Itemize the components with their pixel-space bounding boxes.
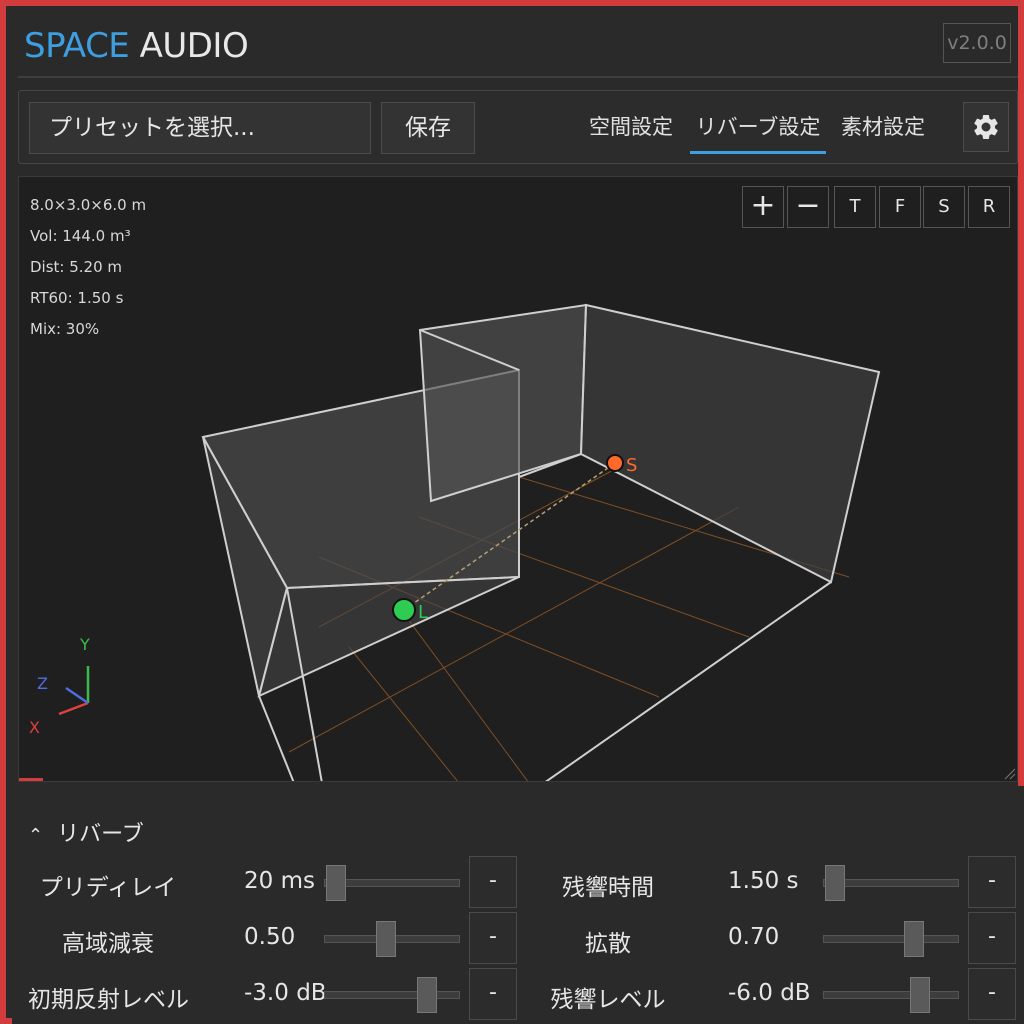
pre-delay-label: プリディレイ xyxy=(39,875,177,901)
view-reset-button[interactable]: R xyxy=(968,186,1010,228)
tab-material-settings[interactable]: 素材設定 xyxy=(833,111,933,151)
reverb-level-reset-button[interactable]: - xyxy=(968,968,1016,1020)
brand-rest: AUDIO xyxy=(129,26,249,66)
listener-marker[interactable] xyxy=(392,598,416,622)
axis-y-label: Y xyxy=(79,635,90,654)
stat-dimensions: 8.0×3.0×6.0 m xyxy=(30,196,147,214)
diffusion-value: 0.70 xyxy=(728,924,780,950)
brand-accent: SPACE xyxy=(24,26,130,66)
preset-select[interactable]: プリセットを選択... xyxy=(29,102,371,154)
reverb-level-slider[interactable] xyxy=(823,991,959,999)
zoom-in-button[interactable]: + xyxy=(742,186,784,228)
axis-x-label: X xyxy=(29,718,40,737)
view-top-button[interactable]: T xyxy=(834,186,876,228)
reverb-section-toggle[interactable]: ⌃ リバーブ xyxy=(28,816,144,848)
gear-icon xyxy=(974,114,998,139)
resize-grip-icon[interactable] xyxy=(1004,768,1016,780)
listener-label: L xyxy=(418,602,428,623)
reverb-level-value: -6.0 dB xyxy=(728,980,811,1006)
diffusion-slider-thumb[interactable] xyxy=(904,921,925,957)
room-scene: S L Y Z X xyxy=(29,303,1016,781)
reverb-panel: ⌃ リバーブ プリディレイ 20 ms - 残響時間 1.50 s - 高域減衰 0.50 - 拡散… xyxy=(12,786,1024,1024)
high-damping-slider-thumb[interactable] xyxy=(376,921,397,957)
diffusion-label: 拡散 xyxy=(585,931,631,957)
zoom-out-button[interactable]: − xyxy=(787,186,829,228)
diffusion-reset-button[interactable]: - xyxy=(968,912,1016,964)
source-label: S xyxy=(626,455,637,476)
high-damping-label: 高域減衰 xyxy=(62,931,154,957)
stat-volume: Vol: 144.0 m³ xyxy=(30,227,131,245)
sound-source-marker[interactable] xyxy=(606,454,624,472)
early-reflections-reset-button[interactable]: - xyxy=(469,968,517,1020)
view-controls: + − T F S R xyxy=(742,186,1010,228)
early-reflections-slider[interactable] xyxy=(324,991,460,999)
early-reflections-value: -3.0 dB xyxy=(244,980,327,1006)
stat-distance: Dist: 5.20 m xyxy=(30,258,123,276)
axis-gizmo: Y Z X xyxy=(29,635,90,737)
room-3d-viewport[interactable]: S L Y Z X 8.0×3.0×6.0 m Vol: 144.0 m³ Di xyxy=(18,176,1018,782)
view-side-button[interactable]: S xyxy=(923,186,965,228)
viewport-corner-marker xyxy=(19,778,43,781)
decay-time-value: 1.50 s xyxy=(728,868,799,894)
early-reflections-slider-thumb[interactable] xyxy=(416,977,437,1013)
decay-time-slider-thumb[interactable] xyxy=(825,865,846,901)
diffusion-slider[interactable] xyxy=(823,935,959,943)
pre-delay-reset-button[interactable]: - xyxy=(469,856,517,908)
wall-front-lower xyxy=(257,576,520,698)
tab-space-settings[interactable]: 空間設定 xyxy=(581,111,681,151)
pre-delay-value: 20 ms xyxy=(244,868,315,894)
decay-time-reset-button[interactable]: - xyxy=(968,856,1016,908)
app-title: SPACE AUDIO xyxy=(24,26,249,66)
axis-z-label: Z xyxy=(37,674,48,693)
high-damping-value: 0.50 xyxy=(244,924,296,950)
pre-delay-slider-thumb[interactable] xyxy=(326,865,347,901)
view-front-button[interactable]: F xyxy=(879,186,921,228)
early-reflections-label: 初期反射レベル xyxy=(28,987,189,1013)
stat-rt60: RT60: 1.50 s xyxy=(30,289,124,307)
wall-back-inner xyxy=(418,303,588,503)
reverb-level-label: 残響レベル xyxy=(550,987,666,1013)
room-stats: 8.0×3.0×6.0 m Vol: 144.0 m³ Dist: 5.20 m… xyxy=(30,193,146,348)
app-header: SPACE AUDIO v2.0.0 xyxy=(12,12,1024,76)
high-damping-reset-button[interactable]: - xyxy=(469,912,517,964)
reverb-section-title: リバーブ xyxy=(57,822,144,847)
version-badge: v2.0.0 xyxy=(943,23,1011,63)
app-window: SPACE AUDIO v2.0.0 プリセットを選択... 保存 空間設定 リ… xyxy=(0,0,1024,1024)
settings-button[interactable] xyxy=(963,102,1009,152)
toolbar: プリセットを選択... 保存 空間設定 リバーブ設定 素材設定 xyxy=(18,90,1018,164)
header-divider xyxy=(18,76,1018,78)
save-button[interactable]: 保存 xyxy=(381,102,475,154)
decay-time-label: 残響時間 xyxy=(562,875,654,901)
stat-mix: Mix: 30% xyxy=(30,320,100,338)
tab-reverb-settings[interactable]: リバーブ設定 xyxy=(690,111,826,154)
chevron-up-icon: ⌃ xyxy=(28,825,44,846)
reverb-level-slider-thumb[interactable] xyxy=(910,977,930,1013)
